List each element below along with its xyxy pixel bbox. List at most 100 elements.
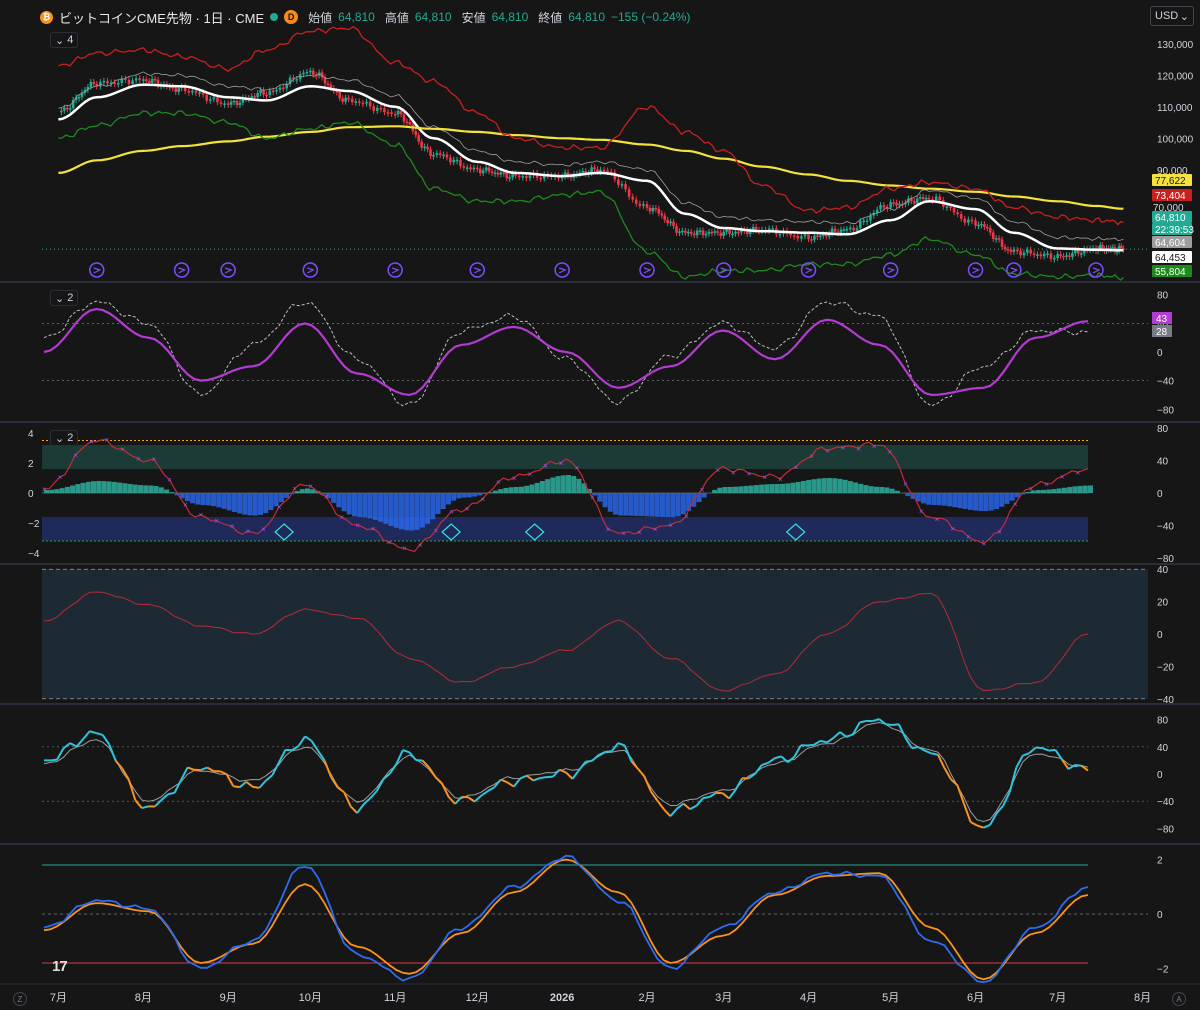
symbol-legend[interactable]: ₿ ビットコインCME先物 · 1日 · CME D 始値 64,810 高値 64… (40, 8, 690, 26)
candle-body (1012, 249, 1016, 252)
event-marker-icon (469, 262, 486, 278)
stoch-main-segment (774, 755, 782, 760)
histogram-bar (790, 482, 796, 494)
stoch-main-segment (375, 778, 385, 792)
histogram-bar (101, 481, 107, 494)
histogram-bar (472, 493, 478, 497)
histogram-bar (367, 493, 373, 519)
histogram-bar (336, 493, 342, 508)
histogram-bar (49, 489, 55, 494)
currency-label: USD (1155, 10, 1179, 22)
candle-body (429, 149, 432, 156)
stoch-main-segment (533, 777, 541, 782)
histogram-bar (278, 493, 284, 503)
candle-body (803, 234, 807, 237)
range-tick-label: −40 (1157, 695, 1174, 706)
event-marker-icon (387, 262, 403, 278)
candle-body (675, 226, 678, 233)
candle-body (898, 203, 901, 206)
momentum-cross-marker: × (966, 532, 971, 541)
chart-canvas[interactable]: 90,000100,000110,000120,000130,00077,622… (0, 0, 1200, 1010)
stoch-main-segment (559, 768, 567, 774)
histogram-bar (686, 493, 692, 511)
right-tick-label: 0 (1157, 489, 1163, 500)
stoch-main-segment (1015, 755, 1024, 769)
momentum-cross-marker: × (214, 517, 219, 526)
candle-body (131, 80, 134, 84)
candle-body (442, 154, 445, 157)
stoch-main-segment (369, 790, 378, 799)
candle-body (949, 206, 952, 208)
candle-body (704, 233, 708, 236)
stoch-main-segment (826, 737, 835, 744)
candle-body (127, 79, 131, 84)
momentum-cross-marker: × (559, 459, 564, 468)
candle-body (147, 80, 151, 83)
momentum-cross-marker: × (1076, 468, 1081, 477)
candle-body (695, 230, 699, 236)
time-axis-label: 9月 (220, 992, 237, 1004)
zscore-tick-label: 2 (1157, 856, 1163, 867)
stoch-main-segment (173, 779, 182, 794)
momentum-cross-marker: × (919, 507, 924, 516)
symbol-title[interactable]: ビットコインCME先物 · 1日 · CME (59, 8, 264, 27)
candle-body (889, 202, 892, 208)
momentum-cross-marker: × (183, 501, 188, 510)
pane-3-toggle[interactable]: ⌄ 2 (50, 430, 79, 446)
histogram-bar (550, 477, 556, 494)
price-label-text: 55,804 (1155, 267, 1186, 278)
histogram-bar (774, 484, 780, 494)
momentum-cross-marker: × (480, 495, 485, 504)
event-marker-icon (554, 262, 570, 278)
pane-1-toggle[interactable]: ⌄ 4 (50, 32, 79, 48)
momentum-cross-marker: × (42, 485, 47, 494)
candle-body (399, 110, 403, 115)
stoch-main-segment (761, 761, 769, 766)
candle-body (672, 221, 675, 227)
stoch-main-segment (356, 803, 365, 814)
candle-body (719, 232, 723, 236)
tradingview-logo[interactable]: 17 (52, 958, 78, 975)
right-tick-label: 40 (1157, 457, 1169, 468)
auto-scale-button[interactable]: A (1172, 992, 1186, 1006)
candle-body (710, 231, 714, 234)
histogram-bar (936, 493, 942, 506)
candle-body (660, 213, 664, 216)
candle-body (1015, 249, 1019, 252)
stoch-main-segment (167, 791, 175, 796)
histogram-bar (994, 493, 1000, 510)
stoch-main-segment (832, 731, 841, 739)
stoch-main-segment (245, 780, 254, 788)
candle-body (365, 101, 368, 104)
histogram-bar (733, 486, 739, 494)
pane-2-toggle[interactable]: ⌄ 2 (50, 290, 79, 306)
stoch-main-segment (434, 776, 443, 785)
candle-body (338, 92, 342, 99)
candle-body (945, 206, 949, 208)
candle-body (417, 135, 421, 142)
close-label: 終値 (538, 10, 563, 25)
candle-body (414, 131, 418, 136)
histogram-bar (247, 493, 253, 516)
histogram-bar (1067, 487, 1073, 494)
candle-body (617, 179, 620, 185)
candle-body (259, 90, 262, 94)
candle-body (502, 172, 506, 174)
stoch-main-segment (709, 792, 717, 798)
candle-body (208, 99, 212, 101)
histogram-bar (341, 493, 347, 512)
zscore-tick-label: −2 (1157, 964, 1169, 975)
histogram-bar (832, 478, 838, 494)
open-value: 64,810 (338, 10, 375, 24)
stoch-tick-label: 0 (1157, 770, 1163, 781)
momentum-cross-marker: × (809, 452, 814, 461)
candle-body (106, 80, 109, 84)
candle-body (68, 108, 72, 110)
histogram-bar (545, 479, 551, 494)
zoom-button[interactable]: Z (13, 992, 27, 1006)
histogram-bar (122, 483, 128, 494)
candle-body (295, 79, 299, 81)
currency-button[interactable]: USD ⌄ (1150, 6, 1194, 26)
candle-body (620, 184, 624, 186)
candle-body (963, 218, 967, 223)
